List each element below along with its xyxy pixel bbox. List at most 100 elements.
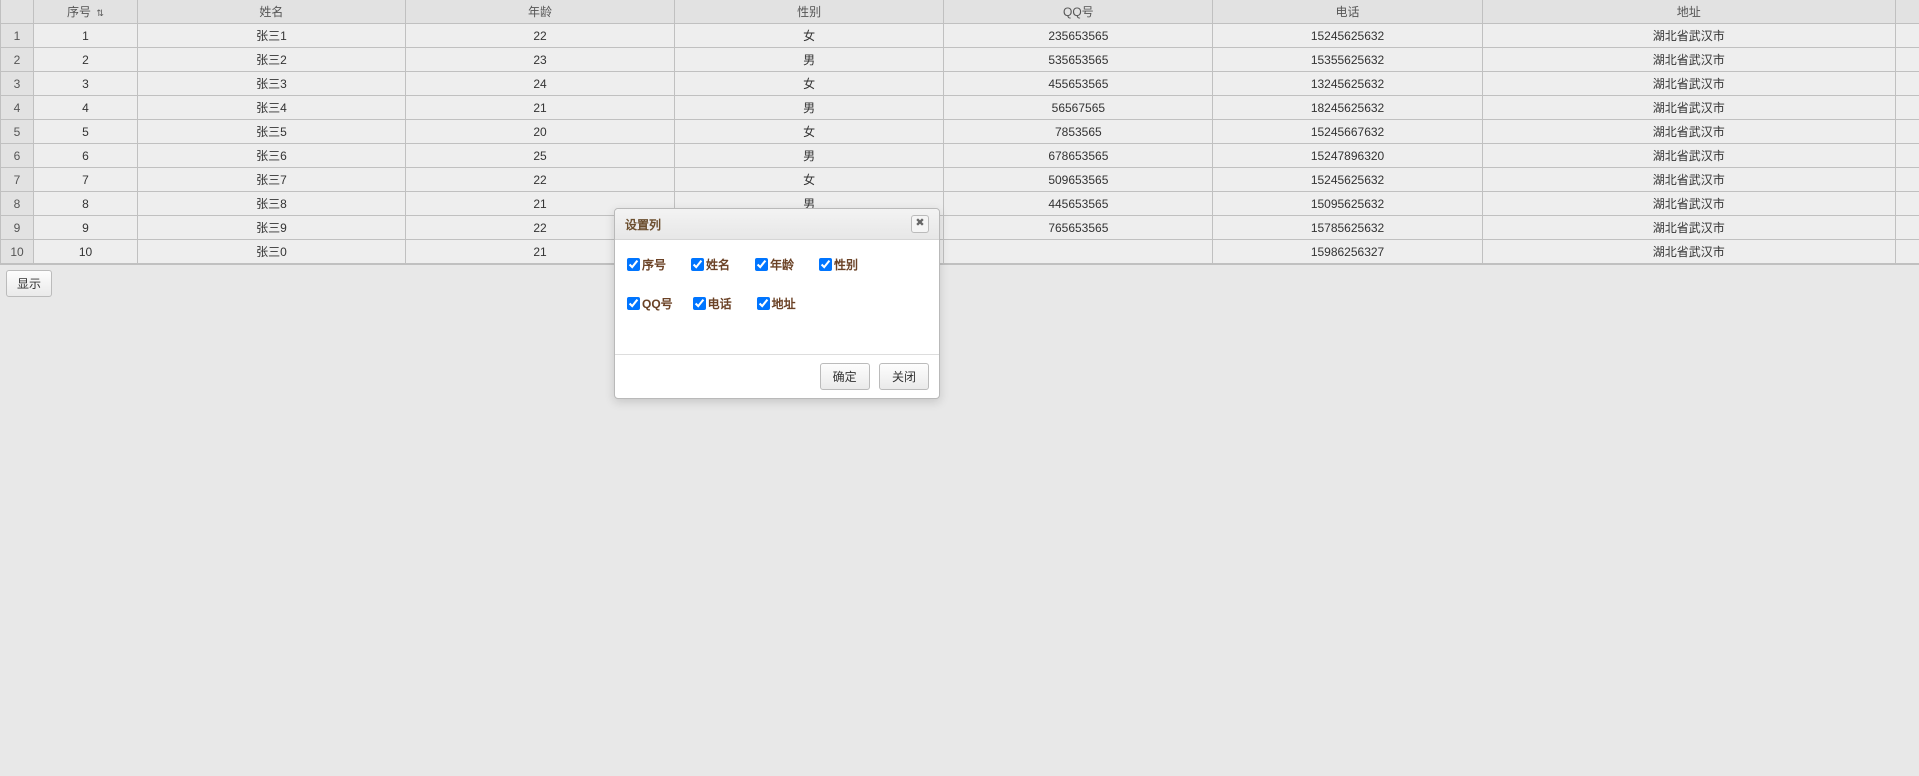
seq-cell: 9 — [34, 216, 138, 240]
qq-cell: 445653565 — [944, 192, 1213, 216]
qq-cell: 535653565 — [944, 48, 1213, 72]
address-cell: 湖北省武汉市 — [1482, 96, 1895, 120]
phone-cell: 15245625632 — [1213, 168, 1482, 192]
address-cell: 湖北省武汉市 — [1482, 144, 1895, 168]
table-row[interactable]: 33张三324女45565356513245625632湖北省武汉市 — [1, 72, 1919, 96]
header-rownum — [1, 0, 34, 24]
header-gender[interactable]: 性别 — [675, 0, 944, 24]
phone-cell: 15986256327 — [1213, 240, 1482, 264]
phone-cell: 18245625632 — [1213, 96, 1482, 120]
rownum-cell: 3 — [1, 72, 34, 96]
sort-icon: ⇅ — [96, 8, 104, 18]
header-filler — [1895, 0, 1919, 24]
header-age[interactable]: 年龄 — [405, 0, 674, 24]
header-phone[interactable]: 电话 — [1213, 0, 1482, 24]
table-row[interactable]: 11张三122女23565356515245625632湖北省武汉市 — [1, 24, 1919, 48]
rownum-cell: 1 — [1, 24, 34, 48]
column-checkbox[interactable] — [691, 258, 704, 271]
rownum-cell: 9 — [1, 216, 34, 240]
name-cell: 张三8 — [137, 192, 405, 216]
column-checkbox[interactable] — [627, 258, 640, 271]
column-option: 年龄 — [755, 256, 799, 273]
qq-cell: 7853565 — [944, 120, 1213, 144]
phone-cell: 15095625632 — [1213, 192, 1482, 216]
dialog-header[interactable]: 设置列 ✖ — [615, 209, 939, 240]
header-seq[interactable]: 序号 ⇅ — [34, 0, 138, 24]
table-row[interactable]: 1010张三02115986256327湖北省武汉市 — [1, 240, 1919, 264]
column-option: 序号 — [627, 256, 671, 273]
age-cell: 21 — [405, 96, 674, 120]
rownum-cell: 10 — [1, 240, 34, 264]
column-checkbox-label: 电话 — [708, 295, 732, 312]
column-checkbox[interactable] — [755, 258, 768, 271]
grid-wrapper: 序号 ⇅ 姓名 年龄 性别 QQ号 电话 地址 11张三122女23565356… — [0, 0, 1919, 265]
address-cell: 湖北省武汉市 — [1482, 120, 1895, 144]
phone-cell: 15785625632 — [1213, 216, 1482, 240]
ok-button[interactable]: 确定 — [820, 363, 870, 390]
rownum-cell: 6 — [1, 144, 34, 168]
table-row[interactable]: 77张三722女50965356515245625632湖北省武汉市 — [1, 168, 1919, 192]
table-row[interactable]: 44张三421男5656756518245625632湖北省武汉市 — [1, 96, 1919, 120]
header-address[interactable]: 地址 — [1482, 0, 1895, 24]
dialog-footer: 确定 关闭 — [615, 354, 939, 398]
column-settings-dialog: 设置列 ✖ 序号姓名年龄性别QQ号电话地址 确定 关闭 — [614, 208, 940, 399]
column-checkbox[interactable] — [627, 297, 640, 310]
table-row[interactable]: 88张三821男44565356515095625632湖北省武汉市 — [1, 192, 1919, 216]
age-cell: 22 — [405, 168, 674, 192]
gender-cell: 男 — [675, 48, 944, 72]
data-grid: 序号 ⇅ 姓名 年龄 性别 QQ号 电话 地址 11张三122女23565356… — [0, 0, 1919, 264]
rownum-cell: 4 — [1, 96, 34, 120]
address-cell: 湖北省武汉市 — [1482, 48, 1895, 72]
seq-cell: 1 — [34, 24, 138, 48]
seq-cell: 5 — [34, 120, 138, 144]
filler-cell — [1895, 168, 1919, 192]
age-cell: 24 — [405, 72, 674, 96]
column-checkbox-label: QQ号 — [642, 295, 673, 312]
column-checkbox[interactable] — [693, 297, 706, 310]
header-name[interactable]: 姓名 — [137, 0, 405, 24]
column-checkbox[interactable] — [757, 297, 770, 310]
seq-cell: 8 — [34, 192, 138, 216]
gender-cell: 男 — [675, 144, 944, 168]
filler-cell — [1895, 48, 1919, 72]
name-cell: 张三0 — [137, 240, 405, 264]
phone-cell: 15355625632 — [1213, 48, 1482, 72]
rownum-cell: 5 — [1, 120, 34, 144]
seq-cell: 7 — [34, 168, 138, 192]
column-checkbox-label: 序号 — [642, 256, 666, 273]
gender-cell: 男 — [675, 96, 944, 120]
seq-cell: 2 — [34, 48, 138, 72]
table-row[interactable]: 55张三520女785356515245667632湖北省武汉市 — [1, 120, 1919, 144]
column-option: 地址 — [757, 295, 801, 312]
column-checkbox[interactable] — [819, 258, 832, 271]
filler-cell — [1895, 144, 1919, 168]
close-button[interactable]: 关闭 — [879, 363, 929, 390]
filler-cell — [1895, 240, 1919, 264]
name-cell: 张三4 — [137, 96, 405, 120]
header-qq[interactable]: QQ号 — [944, 0, 1213, 24]
qq-cell: 509653565 — [944, 168, 1213, 192]
address-cell: 湖北省武汉市 — [1482, 168, 1895, 192]
dialog-body: 序号姓名年龄性别QQ号电话地址 — [615, 240, 939, 354]
age-cell: 23 — [405, 48, 674, 72]
name-cell: 张三5 — [137, 120, 405, 144]
table-row[interactable]: 22张三223男53565356515355625632湖北省武汉市 — [1, 48, 1919, 72]
phone-cell: 15247896320 — [1213, 144, 1482, 168]
qq-cell: 235653565 — [944, 24, 1213, 48]
phone-cell: 15245667632 — [1213, 120, 1482, 144]
close-icon[interactable]: ✖ — [911, 215, 929, 233]
table-row[interactable]: 99张三922女76565356515785625632湖北省武汉市 — [1, 216, 1919, 240]
name-cell: 张三6 — [137, 144, 405, 168]
name-cell: 张三1 — [137, 24, 405, 48]
table-row[interactable]: 66张三625男67865356515247896320湖北省武汉市 — [1, 144, 1919, 168]
seq-cell: 4 — [34, 96, 138, 120]
column-checkbox-label: 地址 — [772, 295, 796, 312]
rownum-cell: 7 — [1, 168, 34, 192]
gender-cell: 女 — [675, 168, 944, 192]
column-option: QQ号 — [627, 295, 673, 312]
column-checkbox-label: 年龄 — [770, 256, 794, 273]
qq-cell: 455653565 — [944, 72, 1213, 96]
address-cell: 湖北省武汉市 — [1482, 192, 1895, 216]
header-row: 序号 ⇅ 姓名 年龄 性别 QQ号 电话 地址 — [1, 0, 1919, 24]
show-button[interactable]: 显示 — [6, 270, 52, 297]
